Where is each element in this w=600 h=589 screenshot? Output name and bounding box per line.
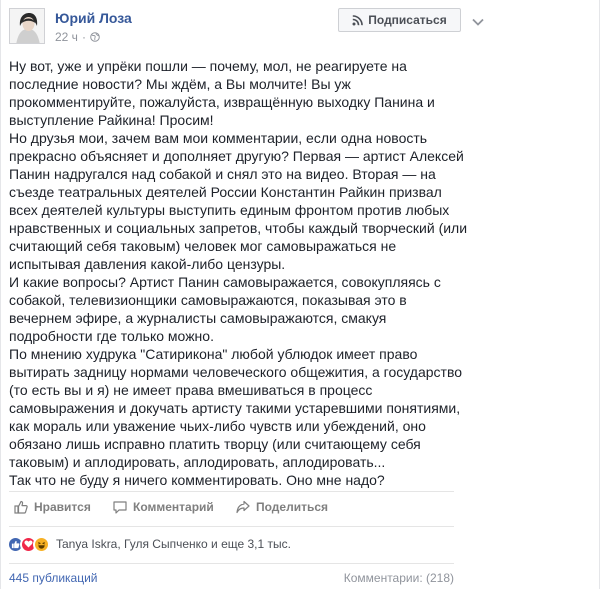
post-paragraph: По мнению худрука "Сатирикона" любой убл… xyxy=(9,346,463,470)
post-timestamp[interactable]: 22 ч xyxy=(55,30,78,44)
speech-bubble-icon xyxy=(113,501,127,514)
comment-label: Комментарий xyxy=(133,500,214,514)
subscribe-button[interactable]: Подписаться xyxy=(338,8,461,32)
post-paragraph: Так что не буду я ничего комментировать.… xyxy=(9,472,385,488)
avatar-portrait-icon xyxy=(10,9,44,43)
facebook-post-card: Юрий Лоза 22 ч · Подписаться Ну вот, уже… xyxy=(0,0,600,589)
comment-button[interactable]: Комментарий xyxy=(113,500,214,514)
share-label: Поделиться xyxy=(256,500,329,514)
share-button[interactable]: Поделиться xyxy=(236,500,328,514)
divider xyxy=(9,491,454,492)
chevron-down-icon[interactable] xyxy=(472,18,484,26)
post-body: Ну вот, уже и упрёки пошли — почему, мол… xyxy=(9,57,469,489)
subscribe-label: Подписаться xyxy=(368,13,447,27)
post-paragraph: Но друзья мои, зачем вам мои комментарии… xyxy=(9,130,468,272)
reactions-summary[interactable]: Tanya Iskra, Гуля Сыпченко и еще 3,1 тыс… xyxy=(7,534,291,554)
author-name[interactable]: Юрий Лоза xyxy=(55,10,132,26)
rss-icon xyxy=(352,14,364,25)
share-arrow-icon xyxy=(236,500,250,514)
comments-count-link[interactable]: Комментарии: (218) xyxy=(344,571,454,585)
post-paragraph: Ну вот, уже и упрёки пошли — почему, мол… xyxy=(9,58,435,128)
like-button[interactable]: Нравится xyxy=(14,500,91,514)
post-header: Юрий Лоза 22 ч · Подписаться xyxy=(9,8,593,48)
post-meta: 22 ч · xyxy=(55,30,100,44)
author-avatar[interactable] xyxy=(9,8,45,44)
haha-reaction-icon xyxy=(33,535,50,553)
divider xyxy=(9,563,454,564)
divider xyxy=(9,526,454,527)
thumbs-up-icon xyxy=(14,500,28,514)
post-paragraph: И какие вопросы? Артист Панин самовыража… xyxy=(9,274,441,344)
action-bar: Нравится Комментарий Поделиться xyxy=(9,500,454,518)
shares-count-link[interactable]: 445 публикаций xyxy=(9,571,98,585)
separator-dot: · xyxy=(81,30,86,44)
like-label: Нравится xyxy=(34,500,91,514)
reaction-names[interactable]: Tanya Iskra, Гуля Сыпченко и еще 3,1 тыс… xyxy=(56,537,291,551)
globe-icon xyxy=(90,32,100,42)
